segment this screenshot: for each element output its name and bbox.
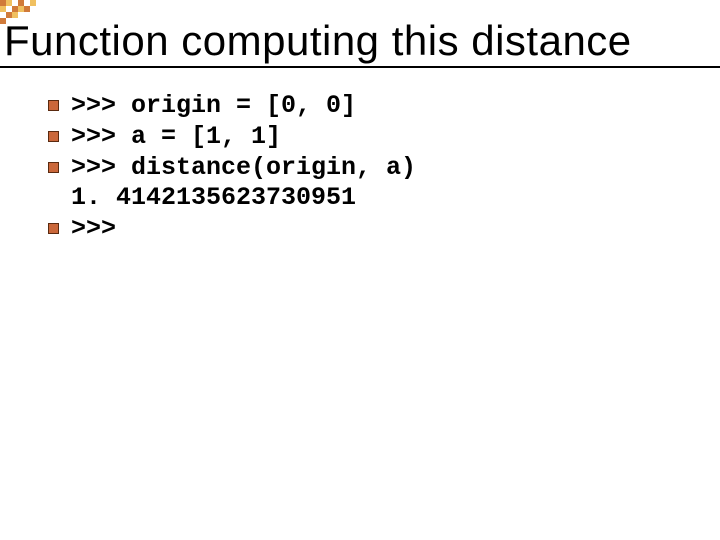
logo-icon bbox=[0, 0, 50, 24]
code-line: >>> a = [1, 1] bbox=[48, 123, 720, 152]
code-line: >>> distance(origin, a) bbox=[48, 154, 720, 183]
code-line: 1. 4142135623730951 bbox=[48, 184, 720, 213]
bullet-icon bbox=[48, 162, 59, 173]
code-line: >>> bbox=[48, 215, 720, 244]
code-text: >>> origin = [0, 0] bbox=[71, 92, 356, 121]
slide-title: Function computing this distance bbox=[0, 0, 720, 64]
bullet-icon bbox=[48, 223, 59, 234]
bullet-icon bbox=[48, 100, 59, 111]
bullet-spacer bbox=[48, 192, 59, 203]
code-text: >>> bbox=[71, 215, 116, 244]
code-text: 1. 4142135623730951 bbox=[71, 184, 356, 213]
title-block: Function computing this distance bbox=[0, 0, 720, 68]
code-text: >>> distance(origin, a) bbox=[71, 154, 416, 183]
bullet-icon bbox=[48, 131, 59, 142]
code-line: >>> origin = [0, 0] bbox=[48, 92, 720, 121]
code-text: >>> a = [1, 1] bbox=[71, 123, 281, 152]
content-area: >>> origin = [0, 0] >>> a = [1, 1] >>> d… bbox=[0, 68, 720, 244]
